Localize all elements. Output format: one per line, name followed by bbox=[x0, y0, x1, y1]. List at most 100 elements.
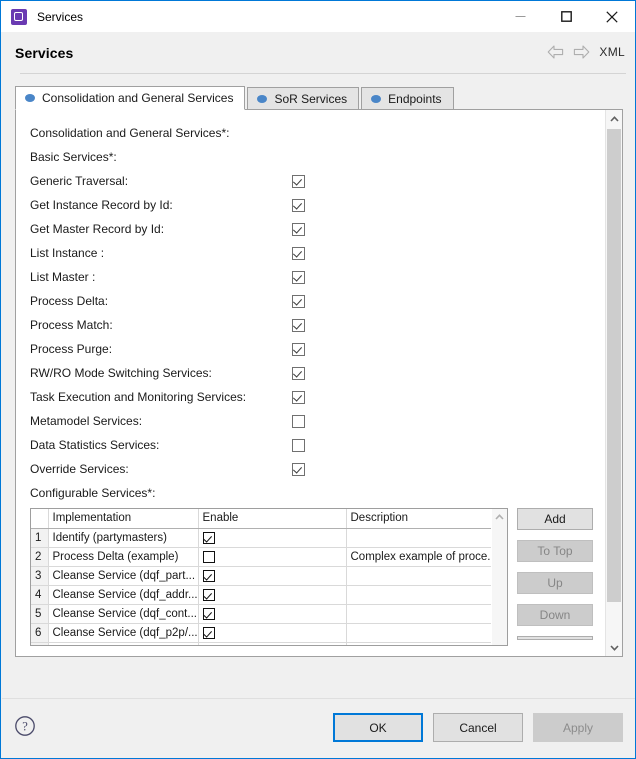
option-checkbox[interactable] bbox=[292, 247, 305, 260]
cell-enable[interactable] bbox=[198, 548, 346, 567]
option-row-rw-ro-mode-switching-services[interactable]: RW/RO Mode Switching Services: bbox=[30, 365, 590, 383]
cell-implementation[interactable]: Identify (partymasters) bbox=[48, 529, 198, 548]
table-row-new[interactable]: * bbox=[31, 643, 493, 647]
column-header-description[interactable]: Description bbox=[346, 509, 493, 529]
option-label: Task Execution and Monitoring Services: bbox=[30, 390, 246, 404]
option-checkbox[interactable] bbox=[292, 295, 305, 308]
option-checkbox[interactable] bbox=[292, 439, 305, 452]
cell-enable[interactable] bbox=[198, 529, 346, 548]
option-row-process-match[interactable]: Process Match: bbox=[30, 317, 590, 335]
option-row-task-execution-and-monitoring-services[interactable]: Task Execution and Monitoring Services: bbox=[30, 389, 590, 407]
option-checkbox[interactable] bbox=[292, 319, 305, 332]
table-row[interactable]: 6 Cleanse Service (dqf_p2p/... bbox=[31, 624, 493, 643]
row-enable-checkbox[interactable] bbox=[203, 627, 215, 639]
cell-description[interactable] bbox=[346, 605, 493, 624]
back-arrow-icon[interactable] bbox=[547, 44, 564, 59]
dialog-footer: ? OK Cancel Apply bbox=[2, 698, 635, 757]
table-vertical-scrollbar[interactable] bbox=[491, 509, 507, 645]
table-row[interactable]: 4 Cleanse Service (dqf_addr... bbox=[31, 586, 493, 605]
services-grid: Implementation Enable Description 1 Iden… bbox=[31, 509, 494, 646]
configurable-services-table: Implementation Enable Description 1 Iden… bbox=[30, 508, 508, 646]
cell-implementation[interactable]: Cleanse Service (dqf_addr... bbox=[48, 586, 198, 605]
cell-implementation[interactable]: Cleanse Service (dqf_cont... bbox=[48, 605, 198, 624]
forward-arrow-icon[interactable] bbox=[573, 44, 590, 59]
column-header-enable[interactable]: Enable bbox=[198, 509, 346, 529]
dialog-header: Services XML bbox=[2, 32, 635, 75]
option-checkbox[interactable] bbox=[292, 463, 305, 476]
column-header-rownum bbox=[31, 509, 48, 529]
add-button[interactable]: Add bbox=[517, 508, 593, 530]
tab-content-panel: Consolidation and General Services*: Bas… bbox=[15, 109, 623, 657]
option-row-metamodel-services[interactable]: Metamodel Services: bbox=[30, 413, 590, 431]
table-row[interactable]: 5 Cleanse Service (dqf_cont... bbox=[31, 605, 493, 624]
option-label: Data Statistics Services: bbox=[30, 438, 159, 452]
close-icon[interactable] bbox=[589, 1, 635, 32]
cell-implementation[interactable] bbox=[48, 643, 198, 647]
option-checkbox[interactable] bbox=[292, 199, 305, 212]
maximize-icon[interactable] bbox=[543, 1, 589, 32]
option-label: List Master : bbox=[30, 270, 95, 284]
cell-enable[interactable] bbox=[198, 586, 346, 605]
option-row-data-statistics-services[interactable]: Data Statistics Services: bbox=[30, 437, 590, 455]
option-checkbox[interactable] bbox=[292, 271, 305, 284]
cell-implementation[interactable]: Cleanse Service (dqf_p2p/... bbox=[48, 624, 198, 643]
row-enable-checkbox[interactable] bbox=[203, 589, 215, 601]
help-icon[interactable]: ? bbox=[14, 715, 36, 737]
row-enable-checkbox[interactable] bbox=[203, 570, 215, 582]
services-dialog-window: Services Services bbox=[0, 0, 636, 759]
cell-enable[interactable] bbox=[198, 605, 346, 624]
row-enable-checkbox[interactable] bbox=[203, 532, 215, 544]
cell-description[interactable] bbox=[346, 529, 493, 548]
window-title: Services bbox=[37, 10, 83, 24]
scrollbar-thumb[interactable] bbox=[607, 129, 621, 602]
tab-endpoints[interactable]: Endpoints bbox=[361, 87, 453, 110]
row-number: 2 bbox=[31, 548, 48, 567]
option-checkbox[interactable] bbox=[292, 343, 305, 356]
cell-enable[interactable] bbox=[198, 643, 346, 647]
option-row-generic-traversal[interactable]: Generic Traversal: bbox=[30, 173, 590, 191]
row-number: 1 bbox=[31, 529, 48, 548]
table-row[interactable]: 3 Cleanse Service (dqf_part... bbox=[31, 567, 493, 586]
cell-description[interactable] bbox=[346, 643, 493, 647]
option-label: List Instance : bbox=[30, 246, 104, 260]
row-number-new: * bbox=[31, 643, 48, 647]
option-checkbox[interactable] bbox=[292, 175, 305, 188]
row-enable-checkbox[interactable] bbox=[203, 608, 215, 620]
option-checkbox[interactable] bbox=[292, 391, 305, 404]
table-row[interactable]: 2 Process Delta (example) Complex exampl… bbox=[31, 548, 493, 567]
option-row-override-services[interactable]: Override Services: bbox=[30, 461, 590, 479]
option-row-process-delta[interactable]: Process Delta: bbox=[30, 293, 590, 311]
option-checkbox[interactable] bbox=[292, 415, 305, 428]
cell-implementation[interactable]: Process Delta (example) bbox=[48, 548, 198, 567]
apply-button: Apply bbox=[533, 713, 623, 742]
scroll-up-icon[interactable] bbox=[606, 110, 622, 127]
option-label: Override Services: bbox=[30, 462, 129, 476]
cell-description[interactable]: Complex example of proce.. bbox=[346, 548, 493, 567]
tab-consolidation-and-general-services[interactable]: Consolidation and General Services bbox=[15, 86, 245, 110]
option-row-list-instance[interactable]: List Instance : bbox=[30, 245, 590, 263]
cancel-button[interactable]: Cancel bbox=[433, 713, 523, 742]
ok-button[interactable]: OK bbox=[333, 713, 423, 742]
content-vertical-scrollbar[interactable] bbox=[605, 110, 622, 656]
table-row[interactable]: 1 Identify (partymasters) bbox=[31, 529, 493, 548]
cell-enable[interactable] bbox=[198, 567, 346, 586]
option-row-list-master[interactable]: List Master : bbox=[30, 269, 590, 287]
option-row-get-master-record-by-id[interactable]: Get Master Record by Id: bbox=[30, 221, 590, 239]
cell-implementation[interactable]: Cleanse Service (dqf_part... bbox=[48, 567, 198, 586]
xml-link[interactable]: XML bbox=[599, 45, 625, 59]
scroll-up-icon[interactable] bbox=[492, 509, 507, 524]
row-enable-checkbox[interactable] bbox=[203, 551, 215, 563]
tab-bullet-icon bbox=[257, 95, 267, 103]
cell-enable[interactable] bbox=[198, 624, 346, 643]
column-header-implementation[interactable]: Implementation bbox=[48, 509, 198, 529]
option-row-process-purge[interactable]: Process Purge: bbox=[30, 341, 590, 359]
option-checkbox[interactable] bbox=[292, 223, 305, 236]
scroll-down-icon[interactable] bbox=[606, 639, 622, 656]
tab-sor-services[interactable]: SoR Services bbox=[247, 87, 359, 110]
option-checkbox[interactable] bbox=[292, 367, 305, 380]
option-row-get-instance-record-by-id[interactable]: Get Instance Record by Id: bbox=[30, 197, 590, 215]
cell-description[interactable] bbox=[346, 567, 493, 586]
cell-description[interactable] bbox=[346, 586, 493, 605]
cell-description[interactable] bbox=[346, 624, 493, 643]
minimize-icon[interactable] bbox=[497, 1, 543, 32]
